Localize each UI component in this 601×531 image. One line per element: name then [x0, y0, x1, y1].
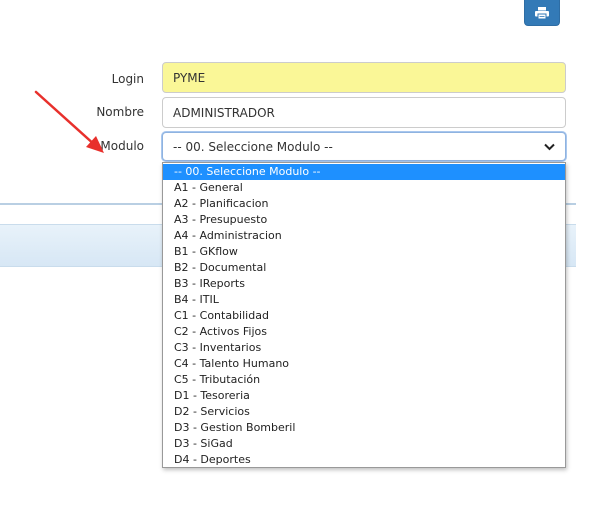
dropdown-option[interactable]: C3 - Inventarios [163, 340, 565, 356]
dropdown-option[interactable]: D4 - Deportes [163, 452, 565, 468]
modulo-select-value: -- 00. Seleccione Modulo -- [173, 139, 333, 154]
dropdown-option[interactable]: C5 - Tributación [163, 372, 565, 388]
dropdown-option[interactable]: B4 - ITIL [163, 292, 565, 308]
login-input[interactable] [162, 62, 566, 93]
dropdown-option[interactable]: D1 - Tesoreria [163, 388, 565, 404]
dropdown-option[interactable]: D2 - Servicios [163, 404, 565, 420]
dropdown-option[interactable]: D3 - SiGad [163, 436, 565, 452]
dropdown-option[interactable]: A4 - Administracion [163, 228, 565, 244]
print-button[interactable] [524, 0, 560, 26]
nombre-input[interactable] [162, 97, 566, 128]
nombre-label: Nombre [96, 105, 144, 119]
dropdown-option[interactable]: -- 00. Seleccione Modulo -- [163, 164, 565, 180]
dropdown-option[interactable]: A3 - Presupuesto [163, 212, 565, 228]
dropdown-option[interactable]: A1 - General [163, 180, 565, 196]
dropdown-option[interactable]: B3 - IReports [163, 276, 565, 292]
red-arrow-icon [34, 90, 104, 153]
modulo-label: Modulo [100, 139, 144, 153]
modulo-dropdown-list[interactable]: -- 00. Seleccione Modulo -- A1 - General A… [162, 162, 566, 468]
dropdown-option[interactable]: D3 - Gestion Bomberil [163, 420, 565, 436]
login-label: Login [111, 72, 144, 86]
printer-icon [535, 6, 549, 19]
dropdown-option[interactable]: C1 - Contabilidad [163, 308, 565, 324]
chevron-down-icon [544, 143, 555, 150]
dropdown-option[interactable]: A2 - Planificacion [163, 196, 565, 212]
dropdown-option[interactable]: B2 - Documental [163, 260, 565, 276]
dropdown-option[interactable]: B1 - GKflow [163, 244, 565, 260]
dropdown-option[interactable]: C4 - Talento Humano [163, 356, 565, 372]
modulo-select[interactable]: -- 00. Seleccione Modulo -- [162, 132, 566, 161]
dropdown-option[interactable]: C2 - Activos Fijos [163, 324, 565, 340]
